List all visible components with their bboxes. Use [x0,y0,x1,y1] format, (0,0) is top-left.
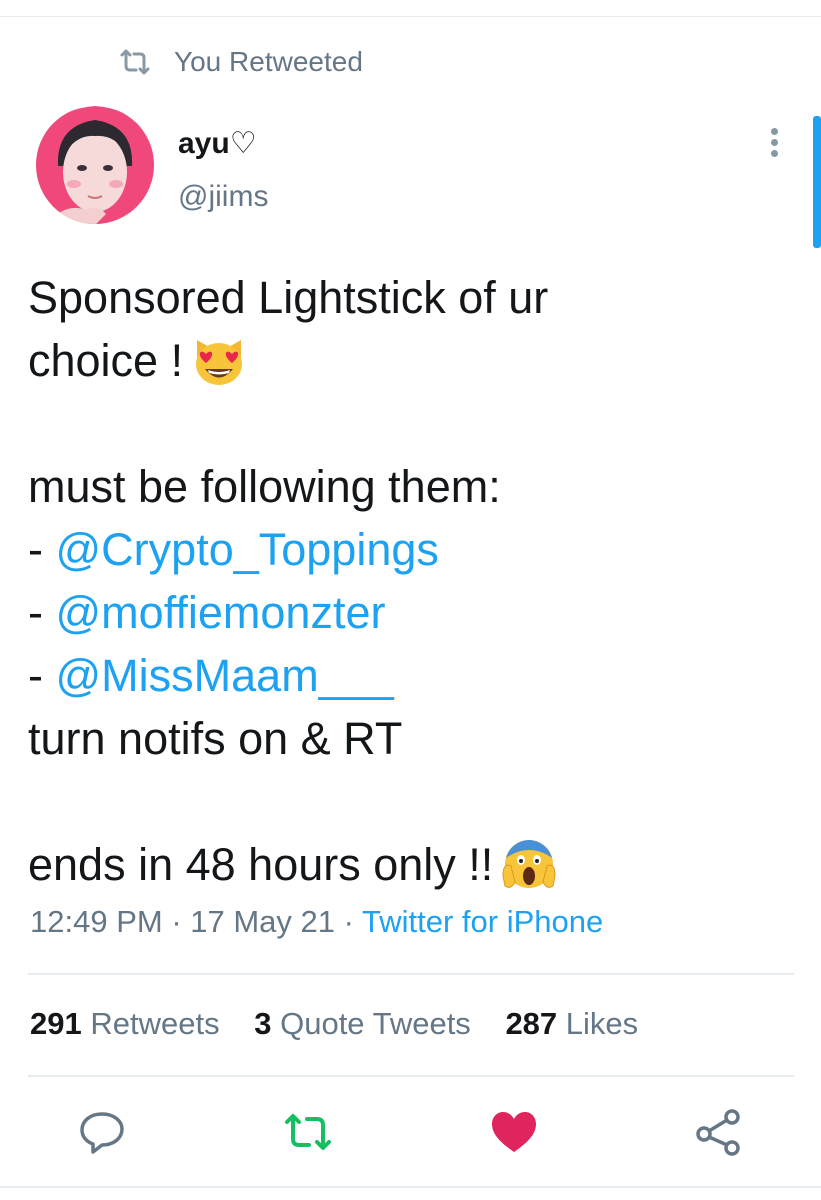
tweet-line: must be following them: [28,461,501,512]
tweet-line-text: ends in 48 hours only !! [28,839,494,890]
like-icon[interactable] [488,1106,540,1158]
author-display-name[interactable]: ayu♡ [178,126,257,161]
dot [770,128,778,135]
tweet-source-link[interactable]: Twitter for iPhone [362,904,603,939]
avatar-photo [36,106,154,224]
share-icon[interactable] [692,1106,744,1158]
retweet-banner: You Retweeted [118,42,363,82]
list-prefix: - [28,524,56,575]
tweet-line: ends in 48 hours only !! [28,833,788,896]
tweet-time: 12:49 PM [30,904,163,939]
tweet-line: - @Crypto_Toppings [28,518,788,581]
likes-stat[interactable]: 287 Likes [505,1006,638,1041]
likes-count: 287 [505,1006,558,1041]
mention-link[interactable]: @moffiemonzter [56,587,386,638]
retweets-label: Retweets [90,1006,220,1041]
likes-label: Likes [565,1006,639,1041]
bottom-divider [0,1186,821,1188]
separator: · [162,904,191,939]
retweets-count: 291 [30,1006,82,1041]
meta-divider [28,973,794,975]
top-divider [0,16,821,17]
retweet-icon [120,49,150,75]
tweet-line: - @moffiemonzter [28,581,788,644]
quote-tweets-stat[interactable]: 3 Quote Tweets [254,1006,471,1041]
tweet-line: choice ! [28,329,788,392]
heart-eyes-cat-emoji [196,340,243,385]
reply-icon[interactable] [76,1106,128,1158]
tweet-text: Sponsored Lightstick of ur choice ! must… [28,266,788,896]
retweet-icon[interactable] [282,1106,334,1158]
dot [770,139,778,146]
list-prefix: - [28,650,56,701]
quote-tweets-label: Quote Tweets [280,1006,471,1041]
tweet-line-text: choice ! [28,335,184,386]
dot [770,150,778,157]
more-options-button[interactable] [760,124,788,168]
tweet-meta: 12:49 PM · 17 May 21 · Twitter for iPhon… [30,904,603,940]
quote-tweets-count: 3 [254,1006,272,1041]
screaming-face-emoji [502,840,556,888]
mention-link[interactable]: @MissMaam___ [56,650,394,701]
list-prefix: - [28,587,56,638]
tweet-date: 17 May 21 [190,904,336,939]
retweets-stat[interactable]: 291 Retweets [30,1006,220,1041]
tweet-line: - @MissMaam___ [28,644,788,707]
author-handle[interactable]: @jiims [178,180,268,214]
engagement-stats: 291 Retweets 3 Quote Tweets 287 Likes [30,1006,664,1042]
action-bar [0,1102,821,1162]
tweet-line: Sponsored Lightstick of ur [28,272,549,323]
avatar[interactable] [36,106,154,224]
mention-link[interactable]: @Crypto_Toppings [56,524,439,575]
separator: · [335,904,363,939]
retweet-banner-text: You Retweeted [174,46,363,77]
tweet-line: turn notifs on & RT [28,713,403,764]
scrollbar-thumb[interactable] [813,116,821,248]
stats-divider [28,1075,794,1077]
